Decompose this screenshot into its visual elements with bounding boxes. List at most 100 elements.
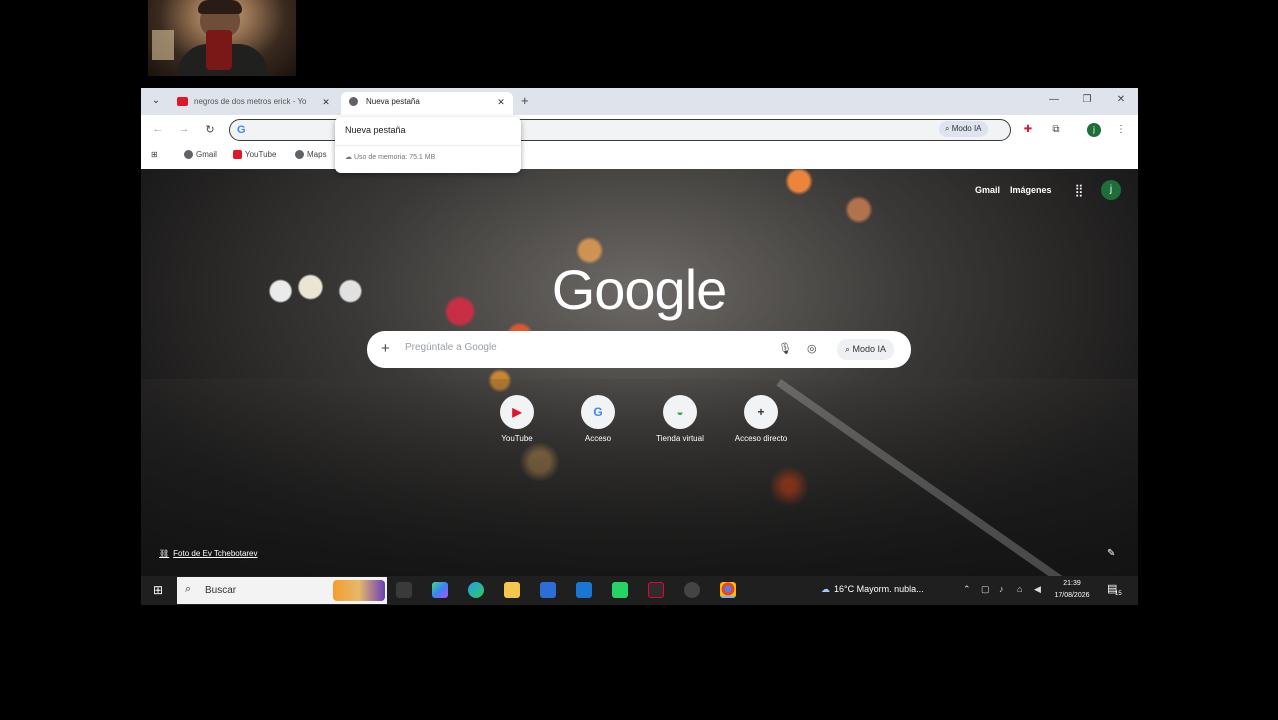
volume-icon[interactable]: ◀	[1034, 584, 1041, 595]
taskbar-search-label: Buscar	[205, 585, 237, 596]
modo-ia-label: Modo IA	[951, 124, 982, 133]
microphone-icon[interactable]: ♪	[999, 584, 1004, 594]
copilot-icon[interactable]	[432, 582, 448, 598]
extension-icon[interactable]: ✚	[1021, 123, 1035, 137]
gmail-link[interactable]: Gmail	[975, 185, 1000, 195]
mail-icon[interactable]	[576, 582, 592, 598]
edge-icon[interactable]	[468, 582, 484, 598]
webcam-overlay	[148, 0, 296, 76]
capture-icon[interactable]	[648, 582, 664, 598]
microsoft-store-icon[interactable]	[540, 582, 556, 598]
cloud-icon: ☁	[821, 584, 830, 594]
tab-hover-card: Nueva pestaña ☁ Uso de memoria: 75.1 MB	[335, 117, 521, 173]
tab-title: negros de dos metros erick - Yo	[194, 97, 307, 106]
modo-ia-search-button[interactable]: ⌕ Modo IA	[837, 339, 895, 360]
shortcut-tienda[interactable]: ◒ Tienda virtual	[645, 395, 715, 443]
windows-start-icon[interactable]: ⊞	[151, 583, 165, 597]
restore-button[interactable]: ❐	[1080, 94, 1094, 105]
shortcut-label: Acceso directo	[734, 434, 788, 443]
chrome-icon[interactable]	[720, 582, 736, 598]
webcam-phone	[206, 30, 232, 70]
account-avatar[interactable]: j	[1101, 180, 1121, 200]
weather-text: 16°C Mayorm. nubla...	[834, 584, 924, 594]
tab-new-tab[interactable]: Nueva pestaña ✕	[341, 92, 513, 115]
new-tab-button[interactable]: +	[521, 93, 529, 108]
whatsapp-icon[interactable]	[612, 582, 628, 598]
google-g-icon: G	[581, 395, 615, 429]
images-link[interactable]: Imágenes	[1010, 185, 1052, 195]
hover-card-title: Nueva pestaña	[345, 125, 406, 135]
bookmark-maps[interactable]: Maps	[295, 150, 327, 160]
forward-icon[interactable]: →	[177, 123, 191, 135]
notification-badge: 15	[1115, 591, 1122, 597]
onedrive-icon[interactable]: ▢	[981, 584, 990, 595]
shortcut-youtube[interactable]: ▶ YouTube	[482, 395, 552, 443]
tab-search-button[interactable]: ⌄	[149, 94, 163, 108]
globe-icon	[184, 150, 193, 160]
screen: ⌄ negros de dos metros erick - Yo ✕ Nuev…	[0, 0, 1278, 720]
clock-date: 17/08/2026	[1054, 592, 1090, 599]
memory-icon: ☁	[345, 154, 354, 161]
chevron-up-icon[interactable]: ⌃	[963, 584, 971, 595]
shortcut-label: Tienda virtual	[656, 434, 704, 443]
reload-icon[interactable]: ↻	[203, 123, 217, 136]
webcam-lamp	[152, 30, 174, 60]
lens-icon[interactable]: ◎	[807, 342, 817, 355]
search-box[interactable]: + Pregúntale a Google 🎙 ◎ ⌕ Modo IA	[367, 331, 911, 368]
link-icon: ⛓	[159, 549, 170, 558]
search-spark-icon: ⌕	[845, 344, 853, 354]
puzzle-extensions-icon[interactable]: ⧉	[1049, 123, 1063, 137]
modo-ia-button[interactable]: ⌕ Modo IA	[939, 121, 988, 137]
taskbar-search[interactable]: ⌕ Buscar	[177, 577, 387, 604]
photo-credit-link[interactable]: ⛓ Foto de Ev Tchebotarev	[159, 549, 258, 558]
search-icon: ⌕	[185, 583, 192, 595]
browser-toolbar: ← → ↻ G ⌕ Modo IA ✚ ⧉ j ⋮	[141, 115, 1138, 145]
apps-grid-icon[interactable]: ⊞	[151, 150, 158, 159]
media-icon[interactable]	[684, 582, 700, 598]
bookmark-gmail[interactable]: Gmail	[184, 150, 217, 160]
youtube-icon	[233, 150, 242, 160]
tab-close-button[interactable]: ✕	[321, 92, 331, 112]
shortcut-add[interactable]: + Acceso directo	[726, 395, 796, 443]
window-close-button[interactable]: ✕	[1114, 94, 1128, 105]
file-explorer-icon[interactable]	[504, 582, 520, 598]
menu-kebab-icon[interactable]: ⋮	[1114, 123, 1128, 137]
back-icon[interactable]: ←	[151, 123, 165, 135]
hover-card-memory: ☁ Uso de memoria: 75.1 MB	[345, 154, 436, 161]
shortcut-acceso[interactable]: G Acceso	[563, 395, 633, 443]
search-spark-icon: ⌕	[945, 124, 952, 133]
add-icon[interactable]: +	[381, 340, 390, 357]
weather-widget[interactable]: ☁ 16°C Mayorm. nubla...	[821, 584, 924, 595]
youtube-icon	[177, 97, 188, 106]
microphone-icon[interactable]: 🎙	[778, 342, 792, 355]
google-apps-icon[interactable]: ⣿	[1072, 183, 1086, 197]
customize-pencil-icon[interactable]: ✎	[1107, 548, 1115, 559]
wallpaper-street	[141, 379, 1138, 576]
minimize-button[interactable]: —	[1047, 94, 1061, 105]
chrome-icon	[349, 97, 358, 106]
profile-avatar[interactable]: j	[1087, 123, 1101, 137]
bookmark-youtube[interactable]: YouTube	[233, 150, 276, 160]
webcam-person-hair	[198, 0, 242, 14]
network-icon[interactable]: ⌂	[1017, 584, 1022, 594]
shortcut-label: Acceso	[584, 434, 612, 443]
task-view-icon[interactable]	[396, 582, 412, 598]
new-tab-page: Gmail Imágenes ⣿ j Google + Pregúntale a…	[141, 169, 1138, 576]
chrome-web-store-icon: ◒	[663, 395, 697, 429]
windows-taskbar: ⊞ ⌕ Buscar ☁ 16°C Mayorm. nubla... ⌃ ▢ ♪ …	[141, 576, 1138, 605]
tab-youtube[interactable]: negros de dos metros erick - Yo ✕	[169, 92, 337, 115]
taskbar-clock[interactable]: 21:39 17/08/2026	[1047, 578, 1097, 602]
search-placeholder: Pregúntale a Google	[405, 342, 497, 353]
globe-icon	[295, 150, 304, 160]
tab-strip: ⌄ negros de dos metros erick - Yo ✕ Nuev…	[141, 88, 1138, 115]
google-logo: Google	[551, 258, 728, 321]
divider	[335, 145, 521, 146]
search-highlight-image	[333, 580, 385, 601]
clock-time: 21:39	[1063, 580, 1081, 587]
tab-close-button[interactable]: ✕	[496, 92, 506, 112]
bookmarks-bar: ⊞ Gmail YouTube Maps	[141, 145, 1138, 169]
google-g-icon: G	[237, 124, 246, 136]
youtube-icon: ▶	[500, 395, 534, 429]
plus-icon: +	[744, 395, 778, 429]
tab-title: Nueva pestaña	[366, 97, 420, 106]
